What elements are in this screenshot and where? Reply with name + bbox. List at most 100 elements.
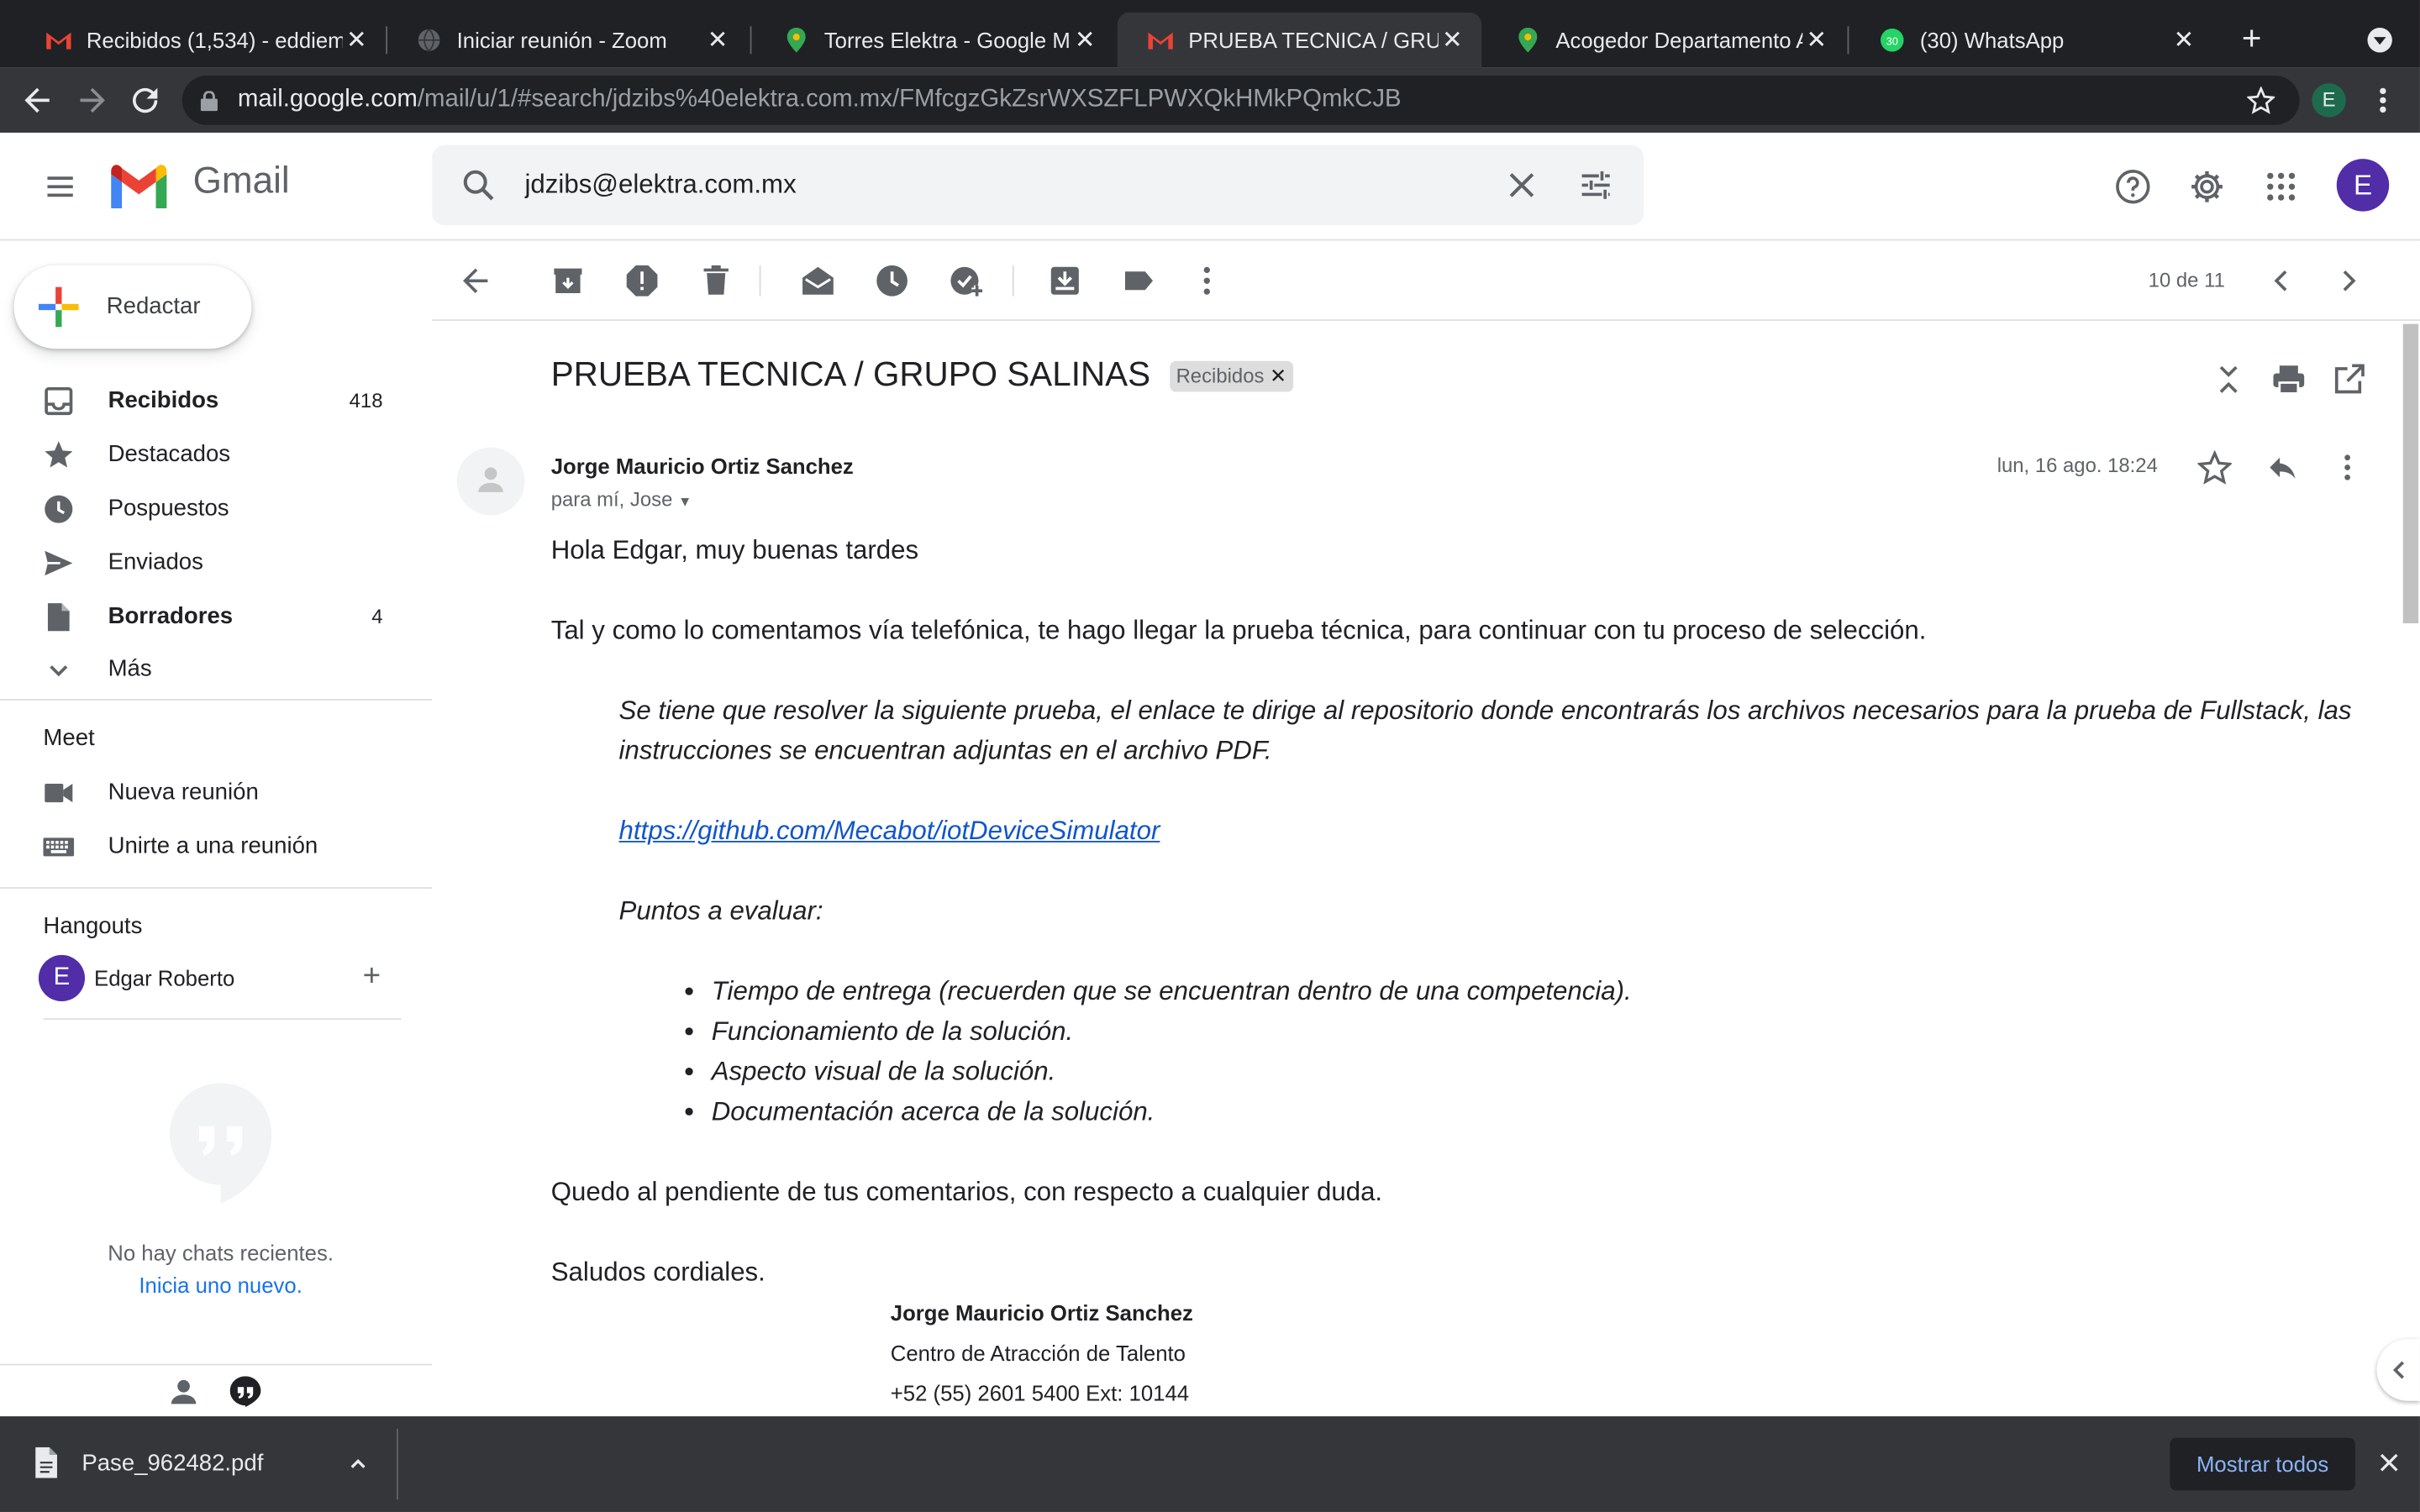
pagination-count: 10 de 11 (2148, 268, 2225, 292)
close-icon[interactable]: ✕ (1439, 24, 1466, 55)
browser-tab[interactable]: Recibidos (1,534) - eddiem ✕ (15, 13, 386, 68)
eval-title: Puntos a evaluar: (618, 896, 823, 927)
mark-unread-icon[interactable] (799, 262, 836, 299)
reply-icon[interactable] (2264, 450, 2301, 484)
back-to-list-icon[interactable] (457, 262, 494, 299)
browser-tab[interactable]: Torres Elektra - Google Map ✕ (753, 13, 1114, 68)
clock-icon (45, 495, 73, 523)
archive-icon[interactable] (550, 262, 587, 299)
help-icon[interactable] (2114, 168, 2151, 205)
browser-tab-bar: Recibidos (1,534) - eddiem ✕ Iniciar reu… (0, 0, 2420, 68)
bookmark-star-icon[interactable] (2247, 86, 2275, 114)
close-icon[interactable]: ✕ (704, 24, 732, 55)
person-icon[interactable] (170, 1378, 197, 1405)
browser-tab[interactable]: Iniciar reunión - Zoom ✕ (386, 13, 747, 68)
toolbar-separator (1012, 265, 1014, 297)
close-icon[interactable]: ✕ (343, 24, 371, 55)
clear-search-icon[interactable] (1503, 166, 1540, 203)
label-chip[interactable]: Recibidos ✕ (1170, 360, 1293, 392)
hangouts-icon[interactable] (229, 1376, 261, 1408)
draft-count: 4 (371, 604, 383, 628)
reload-icon[interactable] (127, 81, 164, 118)
hangouts-user[interactable]: E Edgar Roberto + (38, 953, 409, 1003)
keyboard-icon (43, 837, 75, 857)
show-all-downloads-button[interactable]: Mostrar todos (2170, 1437, 2355, 1491)
maps-pin-icon (1516, 28, 1540, 53)
list-item: Tiempo de entrega (recuerden que se encu… (712, 972, 2372, 1012)
download-filename[interactable]: Pase_962482.pdf (82, 1450, 263, 1476)
forward-arrow-icon[interactable] (74, 81, 111, 118)
more-vert-icon[interactable] (2330, 450, 2364, 484)
chevron-up-icon[interactable] (347, 1453, 369, 1475)
meet-new-meeting[interactable]: Nueva reunión (0, 767, 408, 819)
account-avatar[interactable]: E (2336, 159, 2390, 212)
settings-gear-icon[interactable] (2188, 168, 2225, 205)
sidebar-item-enviados[interactable]: Enviados (0, 537, 408, 589)
main-menu-icon[interactable] (43, 170, 76, 203)
address-bar[interactable]: mail.google.com/mail/u/1/#search/jdzibs%… (182, 75, 2300, 125)
message-view: PRUEBA TECNICA / GRUPO SALINAS Recibidos… (432, 321, 2402, 1417)
apps-grid-icon[interactable] (2263, 168, 2300, 205)
sidebar-item-pospuestos[interactable]: Pospuestos (0, 483, 408, 535)
chevron-down-icon[interactable]: ▼ (678, 494, 692, 509)
new-tab-button[interactable]: + (2235, 21, 2269, 55)
url-path: /mail/u/1/#search/jdzibs%40elektra.com.m… (417, 86, 1402, 113)
repo-link[interactable]: https://github.com/Mecabot/iotDeviceSimu… (619, 816, 1160, 846)
url-host: mail.google.com (237, 86, 418, 113)
browser-tab[interactable]: 30 (30) WhatsApp ✕ (1849, 13, 2212, 68)
tab-search-icon[interactable] (2367, 28, 2392, 53)
more-vert-icon[interactable] (1188, 262, 1225, 299)
sender-name[interactable]: Jorge Mauricio Ortiz Sanchez (551, 454, 854, 478)
report-spam-icon[interactable] (623, 262, 660, 299)
divider (0, 699, 433, 701)
meet-item-label: Unirte a una reunión (108, 832, 318, 860)
search-bar (432, 144, 1644, 226)
star-icon[interactable] (2197, 450, 2232, 485)
back-arrow-icon[interactable] (18, 81, 55, 118)
person-icon (478, 467, 503, 492)
hangouts-user-avatar: E (38, 954, 86, 1002)
browser-toolbar: mail.google.com/mail/u/1/#search/jdzibs%… (0, 67, 2420, 133)
tab-separator (750, 26, 752, 55)
search-input[interactable] (524, 163, 1482, 207)
sidebar-item-mas[interactable]: Más (0, 643, 408, 696)
gmail-logo-icon[interactable] (108, 160, 170, 210)
collapse-all-icon[interactable] (2210, 361, 2247, 398)
close-icon[interactable]: ✕ (2170, 24, 2197, 55)
scrollbar-thumb[interactable] (2402, 323, 2419, 624)
open-new-window-icon[interactable] (2330, 361, 2367, 398)
search-options-icon[interactable] (1577, 166, 1614, 203)
meet-section-title: Meet (43, 725, 95, 752)
meet-join-meeting[interactable]: Unirte a una reunión (0, 821, 408, 873)
close-icon[interactable]: ✕ (1071, 24, 1099, 55)
send-icon (45, 550, 73, 576)
chevron-left-icon[interactable] (2263, 262, 2300, 299)
email-greeting: Hola Edgar, muy buenas tardes (550, 535, 919, 565)
sidebar-item-recibidos[interactable]: Recibidos 418 (0, 375, 408, 427)
recipients[interactable]: para mí, Jose ▼ (551, 487, 692, 511)
browser-tab-active[interactable]: PRUEBA TECNICA / GRUPO ✕ (1117, 12, 1482, 68)
start-new-chat-link[interactable]: Inicia uno nuevo. (0, 1273, 441, 1297)
print-icon[interactable] (2270, 361, 2307, 398)
close-icon[interactable]: ✕ (1802, 24, 1830, 55)
snooze-icon[interactable] (874, 262, 911, 299)
sidebar-item-borradores[interactable]: Borradores 4 (0, 591, 408, 643)
label-icon[interactable] (1120, 262, 1157, 299)
sidebar-item-destacados[interactable]: Destacados (0, 429, 408, 481)
chevron-left-icon (2392, 1361, 2405, 1379)
browser-menu-icon[interactable] (2370, 87, 2395, 114)
compose-button[interactable]: Redactar (13, 265, 252, 349)
add-contact-icon[interactable]: + (363, 959, 381, 995)
delete-icon[interactable] (697, 262, 734, 299)
remove-label-icon[interactable]: ✕ (1270, 364, 1286, 387)
add-task-icon[interactable] (948, 262, 985, 299)
compose-label: Redactar (106, 292, 201, 320)
move-to-icon[interactable] (1046, 262, 1083, 299)
close-icon[interactable] (2377, 1450, 2402, 1474)
browser-tab[interactable]: Acogedor Departamento Al ✕ (1485, 13, 1846, 68)
chevron-right-icon[interactable] (2330, 262, 2367, 299)
sender-avatar[interactable] (456, 447, 525, 516)
browser-profile-avatar[interactable]: E (2312, 83, 2346, 118)
search-icon[interactable] (460, 166, 497, 203)
label-chip-text: Recibidos (1176, 364, 1265, 388)
